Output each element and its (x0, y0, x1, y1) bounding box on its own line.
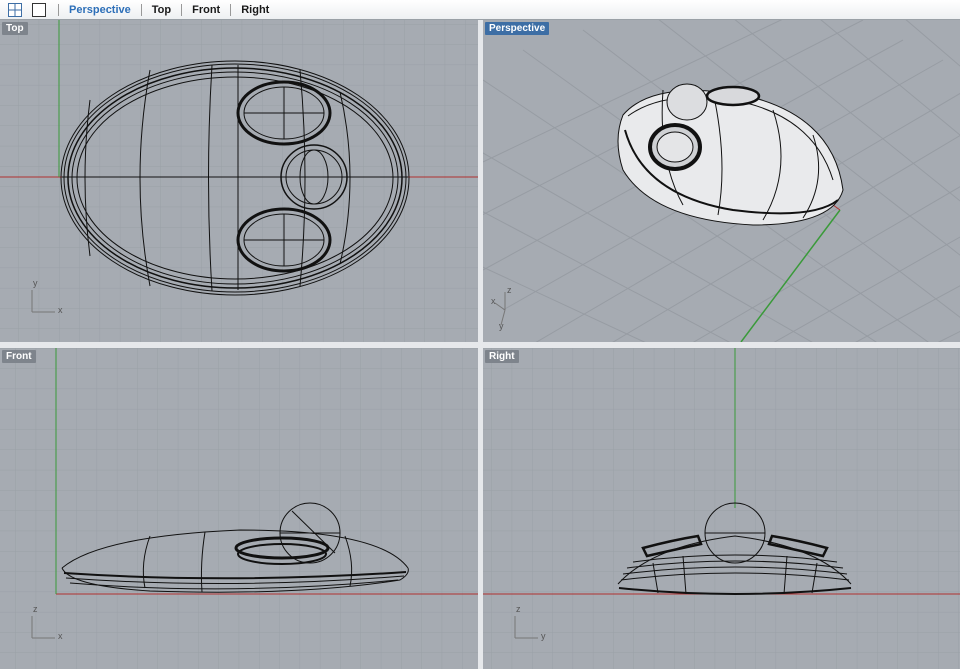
viewport-label-top[interactable]: Top (2, 22, 28, 35)
axis-label-x: x (58, 631, 63, 641)
axis-label-y: y (499, 321, 504, 331)
tab-separator (58, 3, 59, 16)
grid (483, 348, 960, 669)
axis-label-z: z (516, 604, 521, 614)
right-viewport-canvas[interactable] (483, 348, 960, 669)
tab-front[interactable]: Front (192, 4, 220, 16)
axis-label-y: y (541, 631, 546, 641)
viewport-tab-bar: Perspective Top Front Right (0, 0, 960, 20)
four-viewports-icon[interactable] (6, 2, 24, 18)
grid (0, 348, 478, 669)
axis-label-z: z (507, 285, 512, 295)
tab-separator (140, 3, 142, 16)
tab-top[interactable]: Top (152, 4, 171, 16)
axis-label-x: x (491, 296, 496, 306)
top-viewport-canvas[interactable] (0, 20, 478, 342)
viewport-label-right[interactable]: Right (485, 350, 519, 363)
viewport-label-perspective[interactable]: Perspective (485, 22, 550, 35)
tab-separator (181, 3, 183, 16)
front-viewport-canvas[interactable] (0, 348, 478, 669)
viewport-divider-horizontal[interactable] (0, 342, 960, 348)
axis-label-z: z (33, 604, 38, 614)
tab-right[interactable]: Right (241, 4, 269, 16)
viewport-label-front[interactable]: Front (2, 350, 36, 363)
single-viewport-icon[interactable] (30, 2, 48, 18)
front-viewport[interactable]: z x Front (0, 348, 478, 669)
y-axis-line (740, 209, 841, 342)
top-viewport[interactable]: y x Top (0, 20, 478, 342)
perspective-viewport-canvas[interactable] (483, 20, 960, 342)
axis-label-x: x (58, 305, 63, 315)
right-viewport[interactable]: z y Right (483, 348, 960, 669)
perspective-viewport[interactable]: z x y Perspective (483, 20, 960, 342)
axis-label-y: y (33, 278, 38, 288)
mouse-model-perspective (617, 83, 844, 226)
tab-perspective[interactable]: Perspective (69, 4, 131, 16)
tab-separator (230, 3, 232, 16)
